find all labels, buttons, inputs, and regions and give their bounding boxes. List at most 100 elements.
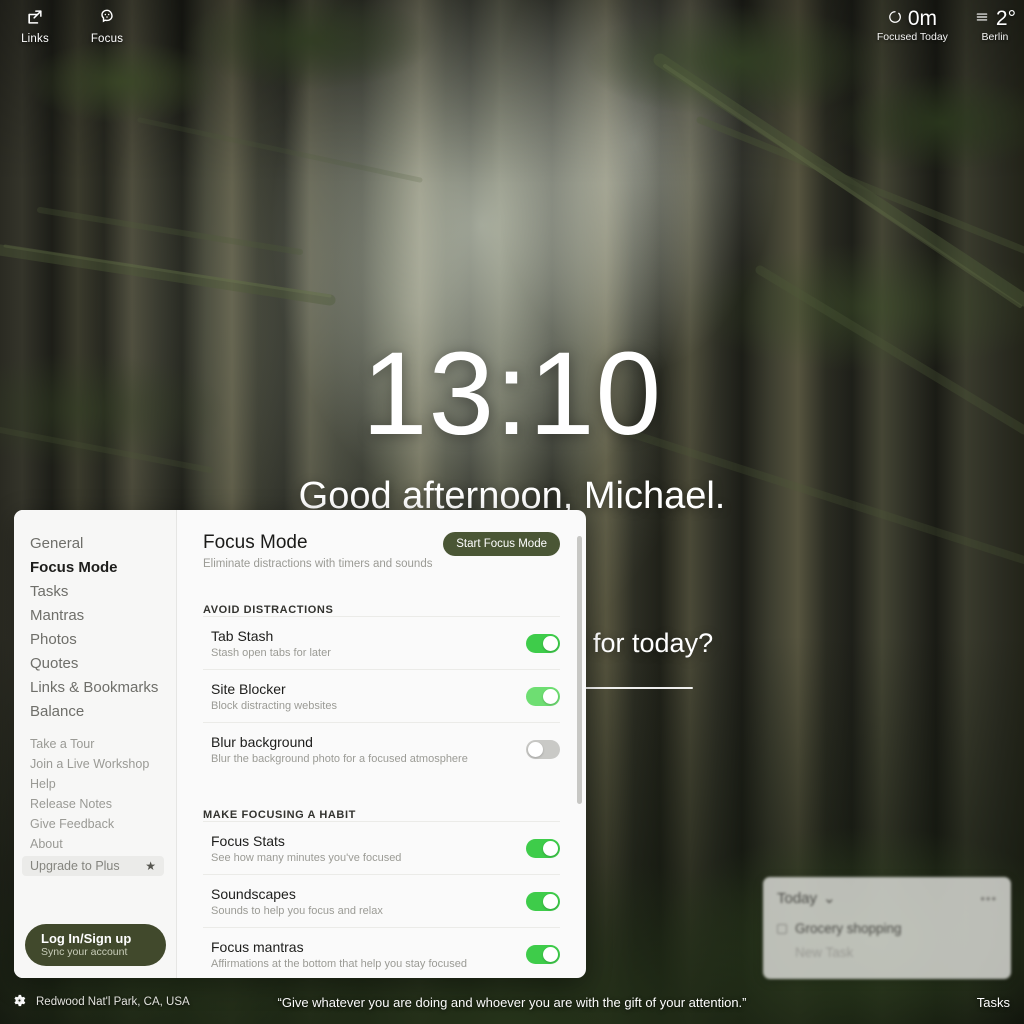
- setting-desc: Block distracting websites: [211, 700, 337, 712]
- task-label: Grocery shopping: [795, 921, 902, 936]
- setting-row-tab-stash[interactable]: Tab Stash Stash open tabs for later: [203, 616, 560, 669]
- toggle-tab-stash[interactable]: [526, 634, 560, 653]
- links-button[interactable]: Links: [10, 7, 60, 47]
- toggle-knob: [543, 894, 558, 909]
- settings-nav-primary: General Focus Mode Tasks Mantras Photos …: [14, 532, 176, 854]
- sidebar-item-take-a-tour[interactable]: Take a Tour: [30, 734, 176, 754]
- setting-desc: Affirmations at the bottom that help you…: [211, 958, 467, 970]
- sidebar-item-focus-mode[interactable]: Focus Mode: [30, 556, 176, 580]
- bottom-bar: Redwood Nat'l Park, CA, USA “Give whatev…: [0, 984, 1024, 1024]
- section-heading-avoid-distractions: AVOID DISTRACTIONS: [203, 604, 334, 616]
- top-right-widgets: 0m Focused Today 2° Berlin: [876, 7, 1016, 44]
- toggle-knob: [543, 947, 558, 962]
- focus-minutes: 0m: [907, 7, 937, 30]
- setting-text: Site Blocker Block distracting websites: [211, 681, 337, 712]
- toggle-knob: [543, 689, 558, 704]
- setting-text: Focus mantras Affirmations at the bottom…: [211, 939, 467, 970]
- brain-icon: [82, 7, 132, 29]
- task-checkbox-icon[interactable]: [777, 923, 787, 934]
- sidebar-item-live-workshop[interactable]: Join a Live Workshop: [30, 754, 176, 774]
- tasks-menu-icon[interactable]: •••: [980, 891, 997, 906]
- section-heading-make-focusing-a-habit: MAKE FOCUSING A HABIT: [203, 809, 356, 821]
- setting-row-blur-background[interactable]: Blur background Blur the background phot…: [203, 722, 560, 775]
- toggle-soundscapes[interactable]: [526, 892, 560, 911]
- mantra-quote: “Give whatever you are doing and whoever…: [277, 995, 747, 1010]
- new-task-input[interactable]: New Task: [795, 945, 997, 960]
- setting-row-focus-stats[interactable]: Focus Stats See how many minutes you've …: [203, 821, 560, 874]
- settings-scrollbar[interactable]: [577, 536, 582, 804]
- focus-button[interactable]: Focus: [82, 7, 132, 47]
- external-link-icon: [10, 7, 60, 29]
- setting-text: Blur background Blur the background phot…: [211, 734, 468, 765]
- focus-label: Focus: [90, 33, 124, 45]
- tasks-list-selector[interactable]: Today ⌄: [777, 889, 836, 908]
- toggle-knob: [543, 636, 558, 651]
- setting-row-focus-mantras[interactable]: Focus mantras Affirmations at the bottom…: [203, 927, 560, 978]
- focus-stat-label: Focused Today: [876, 31, 948, 43]
- top-left-actions: Links Focus: [10, 7, 132, 47]
- settings-scroll-area: Focus Mode Eliminate distractions with t…: [177, 510, 586, 978]
- settings-main: Focus Mode Eliminate distractions with t…: [177, 510, 586, 978]
- login-signup-button[interactable]: Log In/Sign up Sync your account: [25, 924, 166, 966]
- settings-header-text: Focus Mode Eliminate distractions with t…: [203, 532, 432, 570]
- sidebar-item-tasks[interactable]: Tasks: [30, 580, 176, 604]
- setting-name: Focus Stats: [211, 833, 285, 849]
- page-title: Focus Mode: [203, 532, 308, 553]
- setting-name: Site Blocker: [211, 681, 286, 697]
- setting-desc: Stash open tabs for later: [211, 647, 331, 659]
- timer-circle-icon: [888, 10, 902, 29]
- setting-row-site-blocker[interactable]: Site Blocker Block distracting websites: [203, 669, 560, 722]
- toggle-knob: [528, 742, 543, 757]
- sidebar-item-give-feedback[interactable]: Give Feedback: [30, 814, 176, 834]
- temperature: 2°: [995, 7, 1016, 30]
- sidebar-item-about[interactable]: About: [30, 834, 176, 854]
- start-focus-mode-button[interactable]: Start Focus Mode: [443, 532, 560, 556]
- setting-text: Focus Stats See how many minutes you've …: [211, 833, 401, 864]
- sidebar-item-photos[interactable]: Photos: [30, 628, 176, 652]
- toggle-focus-stats[interactable]: [526, 839, 560, 858]
- sidebar-item-quotes[interactable]: Quotes: [30, 652, 176, 676]
- sidebar-item-help[interactable]: Help: [30, 774, 176, 794]
- setting-text: Soundscapes Sounds to help you focus and…: [211, 886, 383, 917]
- sidebar-item-balance[interactable]: Balance: [30, 700, 176, 724]
- sidebar-divider-gap: [30, 724, 176, 734]
- upgrade-to-plus-button[interactable]: Upgrade to Plus ★: [22, 856, 164, 876]
- setting-desc: Blur the background photo for a focused …: [211, 753, 468, 765]
- star-icon: ★: [145, 859, 156, 873]
- setting-desc: See how many minutes you've focused: [211, 852, 402, 864]
- settings-sidebar: General Focus Mode Tasks Mantras Photos …: [14, 510, 177, 978]
- task-item[interactable]: Grocery shopping: [777, 921, 997, 936]
- tasks-widget[interactable]: Today ⌄ ••• Grocery shopping New Task: [763, 877, 1011, 979]
- chevron-down-icon[interactable]: ⌄: [823, 889, 836, 907]
- sidebar-item-general[interactable]: General: [30, 532, 176, 556]
- setting-name: Tab Stash: [211, 628, 274, 644]
- focus-stat-widget[interactable]: 0m Focused Today: [876, 7, 948, 44]
- toggle-focus-mantras[interactable]: [526, 945, 560, 964]
- sidebar-item-links-bookmarks[interactable]: Links & Bookmarks: [30, 676, 176, 700]
- sidebar-item-release-notes[interactable]: Release Notes: [30, 794, 176, 814]
- fog-icon: [974, 10, 990, 29]
- setting-name: Focus mantras: [211, 939, 304, 955]
- weather-city: Berlin: [981, 31, 1009, 43]
- tasks-list-name: Today: [777, 889, 818, 907]
- page-subtitle: Eliminate distractions with timers and s…: [203, 558, 433, 570]
- toggle-knob: [543, 841, 558, 856]
- setting-text: Tab Stash Stash open tabs for later: [211, 628, 331, 659]
- toggle-site-blocker[interactable]: [526, 687, 560, 706]
- setting-name: Blur background: [211, 734, 313, 750]
- sidebar-item-mantras[interactable]: Mantras: [30, 604, 176, 628]
- setting-name: Soundscapes: [211, 886, 296, 902]
- top-bar: Links Focus 0m Focused Today 2° Berlin: [0, 0, 1024, 56]
- tasks-widget-header: Today ⌄ •••: [777, 889, 997, 908]
- setting-desc: Sounds to help you focus and relax: [211, 905, 383, 917]
- tasks-toggle-button[interactable]: Tasks: [977, 995, 1010, 1010]
- login-title: Log In/Sign up: [41, 931, 132, 946]
- weather-widget[interactable]: 2° Berlin: [974, 8, 1016, 43]
- setting-row-soundscapes[interactable]: Soundscapes Sounds to help you focus and…: [203, 874, 560, 927]
- toggle-blur-background[interactable]: [526, 740, 560, 759]
- upgrade-label: Upgrade to Plus: [30, 859, 120, 873]
- links-label: Links: [21, 33, 49, 45]
- settings-header: Focus Mode Eliminate distractions with t…: [203, 532, 560, 570]
- login-subtitle: Sync your account: [41, 946, 128, 958]
- settings-panel: General Focus Mode Tasks Mantras Photos …: [14, 510, 586, 978]
